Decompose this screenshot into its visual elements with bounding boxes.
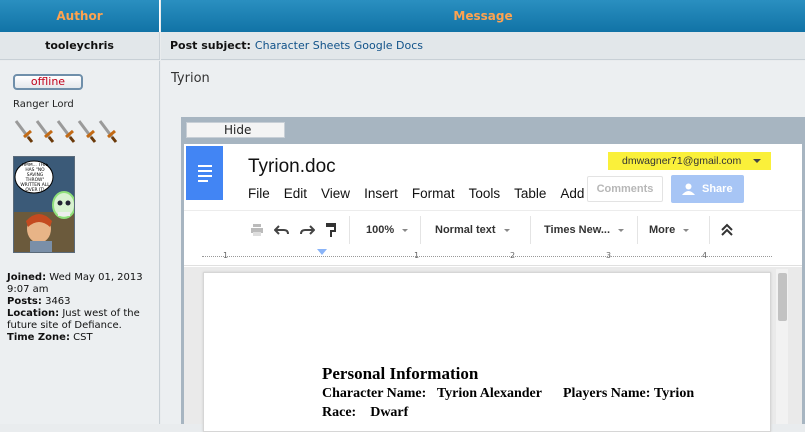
docs-toolbar: 100% Normal text Times New... More (184, 210, 802, 248)
doc-title[interactable]: Tyrion.doc (248, 156, 336, 178)
paint-format-icon[interactable] (325, 222, 337, 238)
font-select[interactable]: Times New... (544, 211, 625, 249)
menu-edit[interactable]: Edit (284, 186, 307, 201)
chevron-down-icon (503, 228, 510, 232)
chevron-down-icon (618, 228, 625, 232)
scrollbar-thumb[interactable] (778, 273, 787, 321)
chevron-down-icon (753, 159, 761, 163)
ruler-number: 2 (510, 251, 516, 260)
indent-marker[interactable] (317, 249, 327, 255)
collapse-toolbar-icon[interactable] (721, 223, 733, 237)
doc-race-line: Race: Dwarf (322, 403, 694, 422)
timezone-line: Time Zone: CST (7, 332, 93, 343)
players-name-label: Players Name: (562, 386, 651, 401)
menu-view[interactable]: View (321, 186, 350, 201)
message-column-header: Message (161, 0, 805, 32)
author-profile: offline Ranger Lord HMM... THIS HAS "NO … (0, 61, 160, 424)
post-subject-label: Post subject: (170, 39, 251, 52)
zoom-value: 100% (366, 224, 395, 236)
comments-button[interactable]: Comments (587, 176, 663, 202)
posts-line: Posts: 3463 (7, 296, 71, 307)
more-button[interactable]: More (649, 211, 690, 249)
share-button[interactable]: Share (671, 175, 744, 203)
ruler-number: 4 (702, 251, 708, 260)
share-label: Share (702, 183, 733, 195)
font-value: Times New... (544, 224, 611, 236)
menu-addons[interactable]: Add (560, 186, 584, 201)
sword-icon (56, 120, 76, 143)
joined-line: Joined: Wed May 01, 2013 9:07 am (7, 272, 143, 295)
menu-file[interactable]: File (248, 186, 270, 201)
sword-icon (35, 120, 55, 143)
post-subject: Post subject: Character Sheets Google Do… (161, 32, 805, 60)
forum-post: Author Message tooleychris Post subject:… (0, 0, 805, 432)
post-subject-link[interactable]: Character Sheets Google Docs (255, 39, 423, 52)
style-value: Normal text (435, 224, 496, 236)
account-switcher[interactable]: dmwagner71@gmail.com (608, 152, 771, 170)
offline-status-badge: offline (13, 74, 83, 90)
post-body-text: Tyrion (171, 71, 210, 86)
style-select[interactable]: Normal text (435, 211, 510, 249)
avatar-comic-image: HMM... THIS HAS "NO SAVING THROW" WRITTE… (14, 157, 74, 252)
ruler-ticks (202, 256, 772, 258)
menu-tools[interactable]: Tools (469, 186, 501, 201)
doc-heading: Personal Information (322, 364, 479, 383)
sword-icon (77, 120, 97, 143)
chevron-down-icon (683, 228, 690, 232)
chevron-down-icon (402, 228, 409, 232)
ruler-number: 1 (223, 251, 229, 260)
avatar-speech-bubble: HMM... THIS HAS "NO SAVING THROW" WRITTE… (20, 163, 50, 193)
author-column-header: Author (0, 0, 160, 32)
rank-swords (13, 117, 118, 143)
ruler-number: 1 (414, 251, 420, 260)
user-rank: Ranger Lord (13, 99, 74, 110)
redo-icon[interactable] (299, 223, 315, 237)
doc-character-line: Character Name: Tyrion Alexander Players… (322, 384, 694, 403)
menu-format[interactable]: Format (412, 186, 455, 201)
character-name-value: Tyrion Alexander (436, 386, 542, 401)
menu-insert[interactable]: Insert (364, 186, 398, 201)
character-name-label: Character Name: (322, 386, 427, 401)
race-value: Dwarf (370, 405, 409, 420)
location-line: Location: Just west of the future site o… (7, 308, 140, 331)
print-icon[interactable] (250, 223, 264, 237)
docs-logo-icon[interactable] (186, 146, 223, 200)
ruler-number: 3 (606, 251, 612, 260)
menu-table[interactable]: Table (514, 186, 546, 201)
undo-icon[interactable] (274, 223, 290, 237)
zoom-select[interactable]: 100% (366, 211, 409, 249)
more-label: More (649, 224, 676, 236)
avatar: HMM... THIS HAS "NO SAVING THROW" WRITTE… (13, 156, 75, 253)
document-text: Personal Information Character Name: Tyr… (322, 364, 694, 422)
profile-info: Joined: Wed May 01, 2013 9:07 am Posts: … (7, 272, 155, 344)
account-email: dmwagner71@gmail.com (622, 155, 742, 167)
share-people-icon (682, 183, 695, 195)
scrollbar[interactable] (776, 269, 788, 424)
race-label: Race: (322, 405, 357, 420)
docs-menubar: File Edit View Insert Format Tools Table… (248, 186, 598, 201)
players-name-value: Tyrion (653, 386, 695, 401)
hide-button[interactable]: Hide (186, 122, 285, 138)
author-name[interactable]: tooleychris (0, 32, 160, 60)
sword-icon (14, 120, 34, 143)
sword-icon (98, 120, 118, 143)
ruler: 1 1 2 3 4 (184, 248, 802, 266)
